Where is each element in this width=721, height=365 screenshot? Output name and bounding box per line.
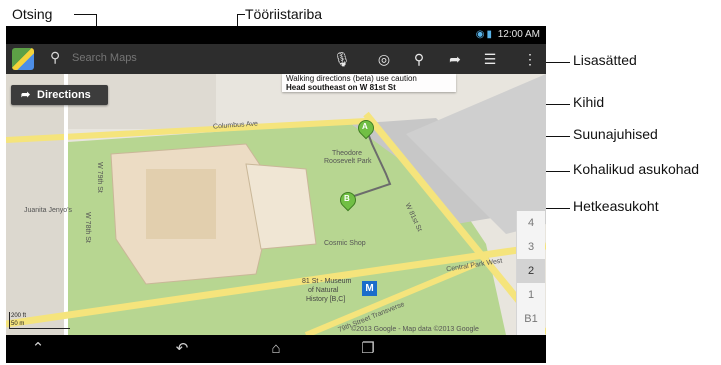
collapse-icon[interactable]: ⌃ xyxy=(26,339,50,359)
floor-picker: 4 3 2 1 B1 xyxy=(516,211,545,335)
directions-button[interactable]: ➦ Directions xyxy=(11,85,108,105)
callout-suunajuhised: Suunajuhised xyxy=(573,126,658,142)
label-juanita: Juanita Jenyo's xyxy=(24,207,73,214)
toolbar: ⚲ 🎙 ◎ ⚲ ➦ ☰ ⋮ xyxy=(6,44,546,74)
marker-a-label: A xyxy=(362,122,368,131)
label-w78: W 78th St xyxy=(83,212,91,243)
callout-kihid: Kihid xyxy=(573,94,605,110)
maps-logo-icon[interactable] xyxy=(12,48,34,70)
callout-tooriistariba: Tööriistariba xyxy=(245,6,323,22)
marker-b-label: B xyxy=(344,194,350,203)
microphone-icon[interactable]: 🎙 xyxy=(332,49,352,69)
home-icon[interactable]: ⌂ xyxy=(264,339,288,359)
map-view[interactable]: ➦ Directions Walking directions (beta) u… xyxy=(6,74,546,335)
label-w79: W 79th St xyxy=(95,162,103,193)
back-icon[interactable]: ↶ xyxy=(170,339,194,359)
device-screen: ◉▮ 12:00 AM ⚲ 🎙 ◎ ⚲ ➦ ☰ ⋮ xyxy=(6,26,546,363)
turn-arrow-icon: ➦ xyxy=(21,89,31,101)
label-museum-1: 81 St - Museum xyxy=(302,278,352,285)
tooltip-line-1: Walking directions (beta) use caution xyxy=(286,74,417,83)
label-cosmic: Cosmic Shop xyxy=(324,240,366,247)
floor-1[interactable]: 1 xyxy=(517,283,545,307)
wifi-battery-icon: ◉▮ xyxy=(475,29,494,40)
recent-apps-icon[interactable]: ❐ xyxy=(356,339,380,359)
local-places-icon[interactable]: ⚲ xyxy=(409,49,429,69)
status-time: 12:00 AM xyxy=(497,29,540,40)
leader-toolbar xyxy=(237,14,245,15)
map-drawing xyxy=(6,74,546,335)
tooltip-line-2: Head southeast on W 81st St xyxy=(286,83,396,92)
leader-otsing xyxy=(74,14,96,15)
callout-hetkeasukoht: Hetkeasukoht xyxy=(573,198,659,214)
scale-m: 50 m xyxy=(11,321,25,327)
directions-icon[interactable]: ➦ xyxy=(445,49,465,69)
label-museum-3: History [B,C] xyxy=(306,296,346,303)
floor-3[interactable]: 3 xyxy=(517,235,545,259)
map-copyright: ©2013 Google - Map data ©2013 Google xyxy=(351,326,479,333)
system-nav-bar: ⌃ ↶ ⌂ ❐ xyxy=(6,335,546,363)
floor-2[interactable]: 2 xyxy=(517,259,545,283)
layers-icon[interactable]: ☰ xyxy=(480,49,500,69)
search-input[interactable] xyxy=(70,51,274,65)
my-location-icon[interactable]: ◎ xyxy=(374,49,394,69)
status-bar: ◉▮ 12:00 AM xyxy=(6,26,546,44)
label-theodore-2: Roosevelt Park xyxy=(324,158,372,165)
subway-icon: M xyxy=(362,281,377,296)
floor-b1[interactable]: B1 xyxy=(517,307,545,331)
callout-lisasatted: Lisasätted xyxy=(573,52,637,68)
scale-ft: 200 ft xyxy=(11,313,27,319)
directions-label: Directions xyxy=(37,89,91,101)
directions-tooltip[interactable]: Walking directions (beta) use caution He… xyxy=(282,74,456,92)
overflow-menu-icon[interactable]: ⋮ xyxy=(520,49,540,69)
callout-kohalikud: Kohalikud asukohad xyxy=(573,161,700,177)
label-theodore-1: Theodore xyxy=(332,150,362,157)
floor-4[interactable]: 4 xyxy=(517,211,545,235)
label-museum-2: of Natural xyxy=(308,287,339,294)
callout-otsing: Otsing xyxy=(12,6,53,22)
search-icon[interactable]: ⚲ xyxy=(50,49,60,66)
